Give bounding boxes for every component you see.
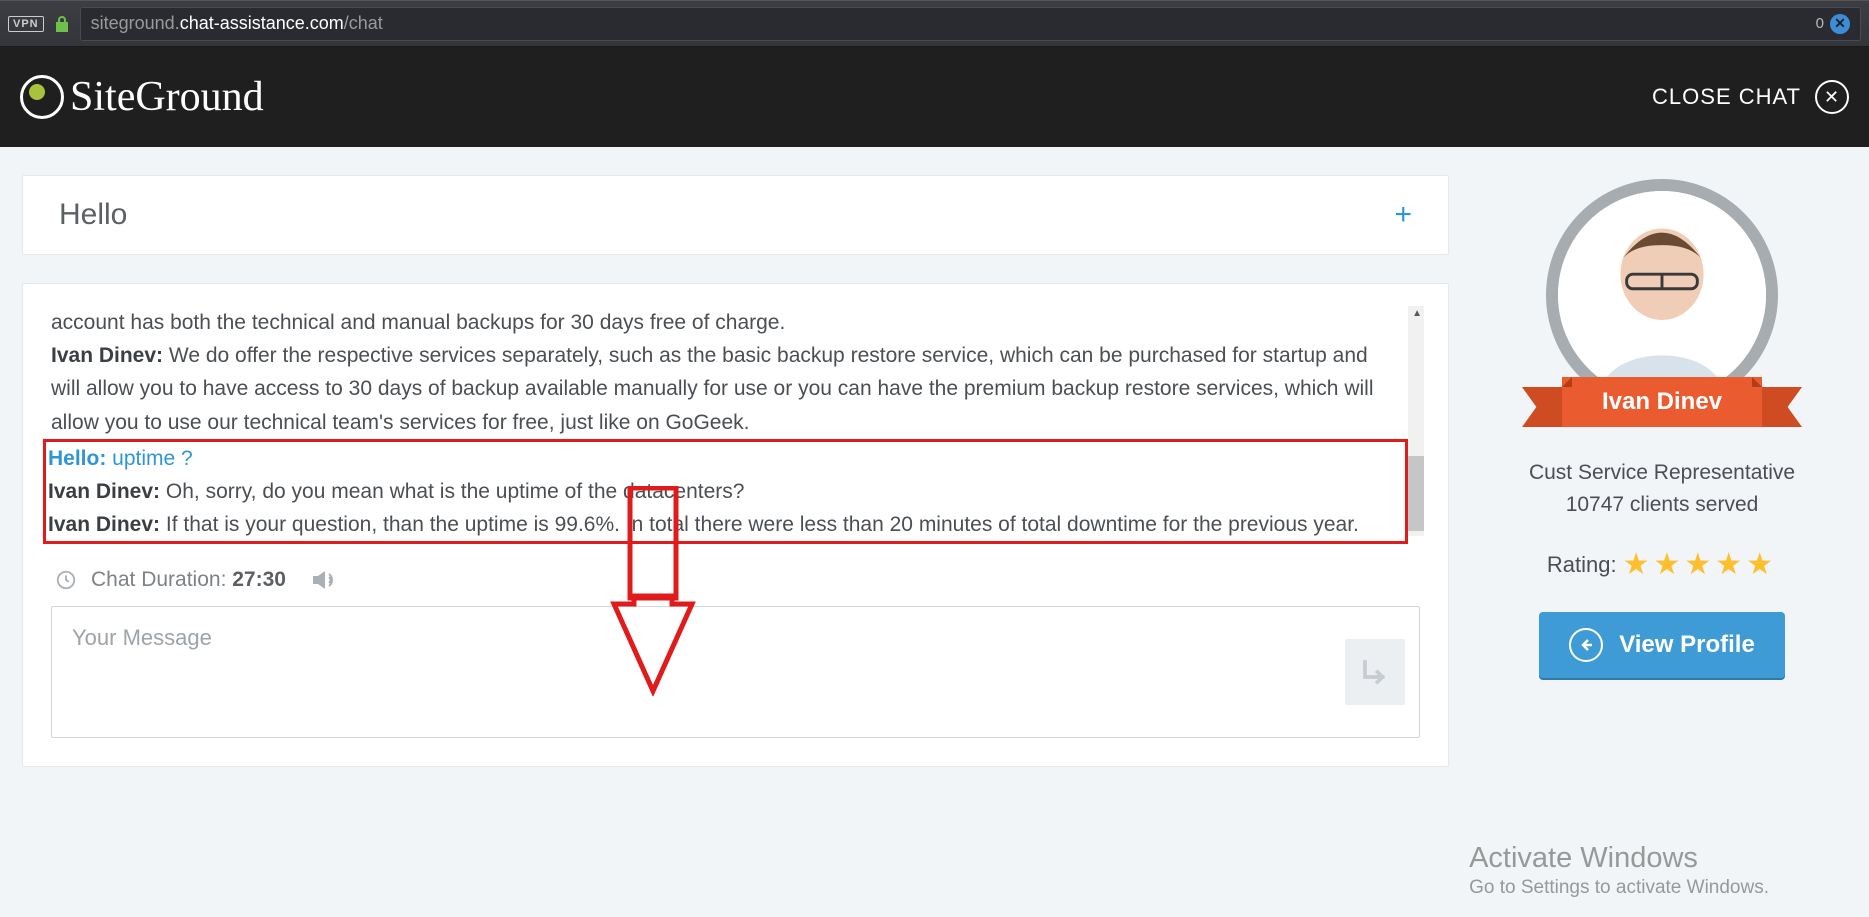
agent-name: Ivan Dinev xyxy=(1562,377,1762,427)
lock-icon xyxy=(54,15,70,33)
url-field[interactable]: siteground.chat-assistance.com/chat 0 ✕ xyxy=(80,7,1861,41)
agent-clients-served: 10747 clients served xyxy=(1566,493,1759,517)
brand-logo[interactable]: SiteGround xyxy=(20,73,264,121)
message-sender: Ivan Dinev: xyxy=(51,344,163,367)
chat-title-card: Hello + xyxy=(22,175,1449,255)
chat-message: Ivan Dinev: Oh, sorry, do you mean what … xyxy=(48,475,1403,508)
site-header: SiteGround CLOSE CHAT ✕ xyxy=(0,47,1869,147)
url-subdomain: siteground. xyxy=(91,13,180,34)
chat-message: Ivan Dinev: If that is your question, th… xyxy=(48,508,1403,541)
chat-message: Ivan Dinev: We do offer the respective s… xyxy=(51,339,1400,439)
scroll-up-arrow-icon[interactable]: ▲ xyxy=(1412,308,1422,319)
arrow-left-circle-icon xyxy=(1569,628,1603,662)
browser-address-bar: VPN siteground.chat-assistance.com/chat … xyxy=(0,0,1869,47)
agent-sidebar: Ivan Dinev Cust Service Representative 1… xyxy=(1477,175,1847,917)
url-domain: chat-assistance.com xyxy=(180,13,344,34)
rating-stars-icon: ★★★★★ xyxy=(1623,547,1777,582)
chat-title: Hello xyxy=(59,198,127,232)
sound-icon[interactable] xyxy=(310,568,340,592)
clock-icon xyxy=(55,569,77,591)
clear-url-icon[interactable]: ✕ xyxy=(1830,14,1850,34)
view-profile-label: View Profile xyxy=(1619,631,1755,659)
page-body: Hello + ▲ account has both the technical… xyxy=(0,147,1869,917)
close-icon: ✕ xyxy=(1815,80,1849,114)
tracker-count-badge: 0 xyxy=(1816,15,1824,32)
avatar-placeholder-icon xyxy=(1558,191,1766,399)
vpn-badge: VPN xyxy=(8,16,44,32)
message-sender: Ivan Dinev: xyxy=(48,513,160,536)
chat-card: ▲ account has both the technical and man… xyxy=(22,283,1449,767)
message-input-box xyxy=(51,606,1420,738)
duration-label: Chat Duration: xyxy=(91,568,232,591)
url-path: /chat xyxy=(344,13,383,34)
agent-name-ribbon: Ivan Dinev xyxy=(1522,377,1802,427)
chat-meta-bar: Chat Duration: 27:30 xyxy=(51,566,1420,602)
brand-text: SiteGround xyxy=(70,73,264,121)
chat-message-user: Hello: uptime ? xyxy=(48,442,1403,475)
chat-transcript: ▲ account has both the technical and man… xyxy=(51,306,1420,544)
close-chat-button[interactable]: CLOSE CHAT ✕ xyxy=(1652,80,1849,114)
scrollbar-thumb[interactable] xyxy=(1408,456,1424,531)
chat-message: account has both the technical and manua… xyxy=(51,306,1400,339)
highlighted-region: Hello: uptime ? Ivan Dinev: Oh, sorry, d… xyxy=(43,439,1408,545)
message-sender: Hello: xyxy=(48,447,106,470)
view-profile-button[interactable]: View Profile xyxy=(1539,612,1785,678)
plus-icon[interactable]: + xyxy=(1394,198,1412,232)
rating-label: Rating: xyxy=(1547,552,1617,578)
agent-role: Cust Service Representative xyxy=(1529,461,1795,485)
send-button[interactable] xyxy=(1345,639,1405,705)
message-input[interactable] xyxy=(52,607,1319,737)
agent-rating-row: Rating: ★★★★★ xyxy=(1547,547,1777,582)
message-sender: Ivan Dinev: xyxy=(48,480,160,503)
duration-value: 27:30 xyxy=(232,568,286,591)
brand-mark-icon xyxy=(20,75,64,119)
close-chat-label: CLOSE CHAT xyxy=(1652,84,1801,110)
